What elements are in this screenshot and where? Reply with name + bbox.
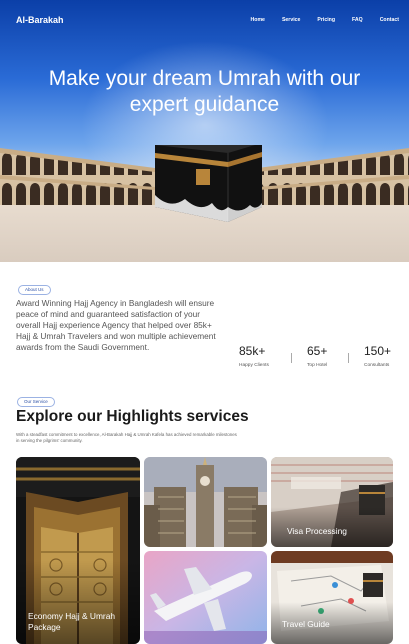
stat-happy-clients: 85k+ Happy Clients <box>239 344 269 368</box>
stat-label: Top Hotel <box>307 363 328 368</box>
stat-label: Consultants <box>364 363 390 368</box>
service-card-visa-processing[interactable]: Visa Processing <box>271 457 393 547</box>
stat-divider <box>348 353 349 363</box>
nav-service[interactable]: Service <box>282 17 300 23</box>
stat-label: Happy Clients <box>239 363 269 368</box>
stat-value: 65+ <box>307 344 328 358</box>
hero-title: Make your dream Umrah with our expert gu… <box>48 67 361 116</box>
stat-top-hotel: 65+ Top Hotel <box>307 344 327 368</box>
airplane-image <box>144 551 267 644</box>
service-card-makkah-hotel[interactable] <box>144 457 267 547</box>
nav-home[interactable]: Home <box>251 17 265 23</box>
nav-contact[interactable]: Contact <box>380 17 399 23</box>
clock-tower-image <box>144 457 267 547</box>
stat-divider <box>291 353 292 363</box>
card-caption: Visa Processing <box>287 526 347 536</box>
hero-section: Al-Barakah Home Service Pricing FAQ Cont… <box>0 0 409 262</box>
services-title: Explore our Highlights services <box>16 408 249 425</box>
nav-faq[interactable]: FAQ <box>352 17 363 23</box>
stat-value: 85k+ <box>239 344 266 358</box>
our-service-tag: Our Service <box>17 397 55 407</box>
services-description: With a steadfast commitment to excellenc… <box>16 432 237 443</box>
kaaba-hero-image <box>0 145 409 262</box>
card-caption: Economy Hajj & Umrah Package <box>28 611 116 632</box>
stat-consultants: 150+ Consultants <box>364 344 391 368</box>
nav-pricing[interactable]: Pricing <box>317 17 335 23</box>
stats-row: 85k+ Happy Clients 65+ Top Hotel 150+ Co… <box>238 344 398 370</box>
service-card-flights[interactable] <box>144 551 267 644</box>
service-card-economy-package[interactable]: Economy Hajj & Umrah Package <box>16 457 140 644</box>
about-us-tag: About Us <box>18 285 51 295</box>
stat-value: 150+ <box>364 344 392 358</box>
service-card-travel-guide[interactable]: Travel Guide <box>271 551 393 644</box>
main-nav: Home Service Pricing FAQ Contact <box>234 17 399 23</box>
card-caption: Travel Guide <box>282 619 330 629</box>
brand-logo[interactable]: Al-Barakah <box>16 15 64 25</box>
about-text: Award Winning Hajj Agency in Bangladesh … <box>16 298 216 352</box>
